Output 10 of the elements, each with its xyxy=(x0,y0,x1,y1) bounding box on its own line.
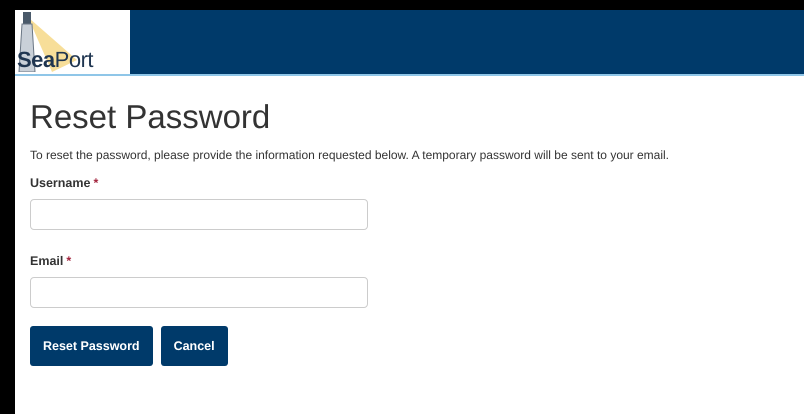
field-label: Username xyxy=(30,176,90,190)
required-mark: * xyxy=(93,176,98,190)
reset-password-button[interactable]: Reset Password xyxy=(30,326,153,366)
cancel-button[interactable]: Cancel xyxy=(160,326,228,366)
intro-text: To reset the password, please provide the information requested below. A temporary password will be sent to your email. xyxy=(30,148,670,162)
required-mark: * xyxy=(66,254,72,268)
field-label: Email xyxy=(30,254,64,268)
input-field[interactable] xyxy=(30,199,368,230)
input-field[interactable] xyxy=(30,277,368,308)
page-title: Reset Password xyxy=(30,98,272,136)
